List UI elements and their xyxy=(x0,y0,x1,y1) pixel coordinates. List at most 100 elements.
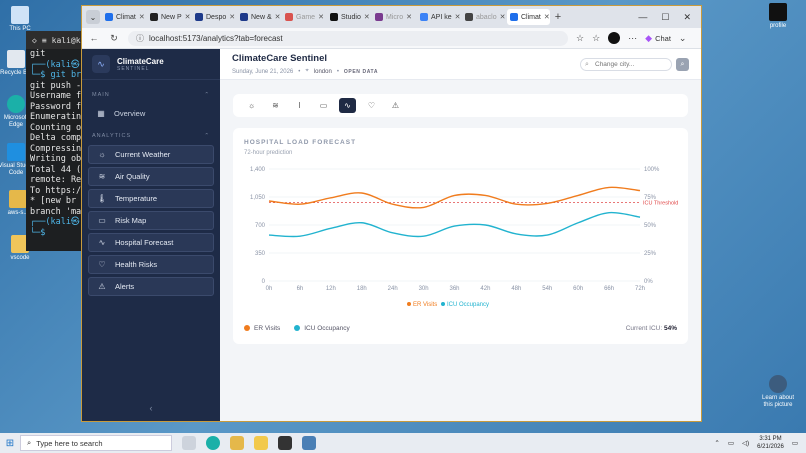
profile-icon xyxy=(769,3,787,21)
browser-tab[interactable]: Climat ✕ xyxy=(102,9,145,25)
browser-tab[interactable]: Despo ✕ xyxy=(192,9,235,25)
y-tick-label-left: 350 xyxy=(255,251,266,257)
warning-icon[interactable]: ⚠ xyxy=(387,98,404,113)
sun-icon[interactable]: ☼ xyxy=(243,98,260,113)
close-icon[interactable]: ✕ xyxy=(500,13,505,21)
terminal-line: Writing ob xyxy=(30,154,82,164)
favicon-icon xyxy=(420,13,428,21)
browser-tab[interactable]: New P ✕ xyxy=(147,9,190,25)
city-text: london xyxy=(313,68,332,75)
browser-tab[interactable]: Micro ✕ xyxy=(372,9,415,25)
terminal-line: Enumeratin xyxy=(30,112,82,122)
sidebar-item-hospital-forecast[interactable]: ∿ Hospital Forecast xyxy=(88,233,214,252)
search-button[interactable]: ⌕ xyxy=(676,58,689,71)
city-search-input[interactable] xyxy=(580,58,672,71)
browser-tab[interactable]: API ke ✕ xyxy=(417,9,460,25)
browser-tab[interactable]: abaclo ✕ xyxy=(462,9,505,25)
desktop-icon[interactable]: This PC xyxy=(0,6,40,33)
wind-icon[interactable]: ≋ xyxy=(267,98,284,113)
close-icon[interactable]: ✕ xyxy=(455,13,460,21)
close-icon[interactable]: ✕ xyxy=(275,13,280,21)
file-explorer-icon[interactable] xyxy=(230,436,244,450)
minimize-icon[interactable]: — xyxy=(638,12,647,23)
chat-button[interactable]: ◆ Chat xyxy=(645,33,671,44)
sidebar-item-air-quality[interactable]: ≋ Air Quality xyxy=(88,167,214,186)
browser-tab[interactable]: New & ✕ xyxy=(237,9,280,25)
clock[interactable]: 3:31 PM 6/21/2026 xyxy=(757,435,784,451)
terminal-line: ┌──(kali㉿ xyxy=(30,59,80,70)
terminal-line: Compressin xyxy=(30,143,82,154)
volume-icon[interactable]: ◁) xyxy=(742,439,749,447)
y-tick-label-left: 1,400 xyxy=(250,167,266,173)
close-icon[interactable]: ✕ xyxy=(139,13,145,21)
activity-icon[interactable]: ∿ xyxy=(339,98,356,113)
edge-icon[interactable] xyxy=(206,436,220,450)
thermometer-icon[interactable]: ǀ xyxy=(291,98,308,113)
close-icon[interactable]: ✕ xyxy=(229,13,235,21)
reload-icon[interactable]: ↻ xyxy=(108,33,120,44)
close-icon[interactable]: ✕ xyxy=(364,13,370,21)
address-bar: ← ↻ ⓘ localhost:5173/analytics?tab=foreca… xyxy=(82,28,701,49)
main-content: ClimateCare Sentinel Sunday, June 21, 20… xyxy=(220,49,701,421)
notifications-icon[interactable]: ▭ xyxy=(792,439,798,447)
close-icon[interactable]: ✕ xyxy=(318,13,324,21)
card-title: HOSPITAL LOAD FORECAST xyxy=(244,139,357,146)
city-search: ⌕ ⌕ xyxy=(580,58,689,71)
close-icon[interactable]: ✕ xyxy=(544,13,550,21)
url-field[interactable]: ⓘ localhost:5173/analytics?tab=forecast xyxy=(128,30,568,46)
terminal-titlebar[interactable]: ◇ ≡ kali@k xyxy=(26,31,88,49)
network-icon[interactable]: ▭ xyxy=(728,439,734,447)
task-view-icon[interactable] xyxy=(182,436,196,450)
desktop-icon[interactable]: Learn about this picture xyxy=(758,375,798,409)
close-window-icon[interactable]: ✕ xyxy=(683,12,691,23)
store-icon[interactable] xyxy=(254,436,268,450)
close-icon[interactable]: ✕ xyxy=(406,13,412,21)
browser-tab[interactable]: Game ✕ xyxy=(282,9,325,25)
desktop-icon[interactable]: profile xyxy=(758,3,798,30)
browser-tab-active[interactable]: Climat ✕ xyxy=(507,9,550,25)
terminal-line: Password f xyxy=(30,101,82,112)
computer-icon xyxy=(11,6,29,24)
sidebar-toggle-icon[interactable]: ⌄ xyxy=(679,33,687,44)
kali-icon[interactable] xyxy=(302,436,316,450)
star-icon[interactable]: ☆ xyxy=(576,33,584,44)
collapse-sidebar-icon[interactable]: ‹ xyxy=(82,403,220,413)
close-icon[interactable]: ✕ xyxy=(185,13,190,21)
favicon-icon xyxy=(375,13,383,21)
more-icon[interactable]: ⋯ xyxy=(628,33,637,44)
map-icon[interactable]: ▭ xyxy=(315,98,332,113)
tab-actions-button[interactable]: ⌄ xyxy=(86,10,100,24)
sidebar-item-overview[interactable]: ▦ Overview xyxy=(88,104,214,123)
back-icon[interactable]: ← xyxy=(88,33,100,43)
grid-icon: ▦ xyxy=(97,109,105,118)
terminal-window[interactable]: ◇ ≡ kali@k git ┌──(kali㉿ └─$ git br git pu… xyxy=(26,31,88,251)
terminal-icon[interactable] xyxy=(278,436,292,450)
page-title: ClimateCare Sentinel xyxy=(232,53,328,64)
chevron-up-icon[interactable]: ⌃ xyxy=(714,439,719,447)
y-tick-label-left: 0 xyxy=(262,279,266,285)
warning-icon: ⚠ xyxy=(98,282,106,291)
maximize-icon[interactable]: ☐ xyxy=(661,12,669,23)
series-line-icu-occupancy xyxy=(268,211,641,238)
sidebar-item-temperature[interactable]: 🌡︎ Temperature xyxy=(88,189,214,208)
sidebar-item-risk-map[interactable]: ▭ Risk Map xyxy=(88,211,214,230)
icu-threshold-label: ICU Threshold xyxy=(643,201,678,207)
favorites-icon[interactable]: ☆ xyxy=(592,33,600,44)
camera-icon xyxy=(769,375,787,393)
terminal-line: git push - xyxy=(30,80,82,91)
browser-window[interactable]: ⌄ Climat ✕ New P ✕ Despo ✕ New & ✕ Game ✕ Stu… xyxy=(81,5,702,422)
profile-avatar[interactable] xyxy=(608,32,621,44)
sidebar-item-current-weather[interactable]: ☼ Current Weather xyxy=(88,145,214,164)
sidebar-item-alerts[interactable]: ⚠ Alerts xyxy=(88,277,214,296)
new-tab-button[interactable]: + xyxy=(552,11,564,23)
section-main[interactable]: MAIN ⌃ xyxy=(82,92,220,98)
chevron-up-icon: ⌃ xyxy=(204,133,210,139)
favicon-icon xyxy=(510,13,518,21)
windows-start-icon[interactable]: ⊞ xyxy=(0,438,20,449)
heart-icon[interactable]: ♡ xyxy=(363,98,380,113)
taskbar-search[interactable]: ⌕ Type here to search xyxy=(20,435,172,451)
browser-tab[interactable]: Studio ✕ xyxy=(327,9,370,25)
section-analytics[interactable]: ANALYTICS ⌃ xyxy=(82,133,220,139)
sidebar-item-health-risks[interactable]: ♡ Health Risks xyxy=(88,255,214,274)
favicon-icon xyxy=(150,13,158,21)
